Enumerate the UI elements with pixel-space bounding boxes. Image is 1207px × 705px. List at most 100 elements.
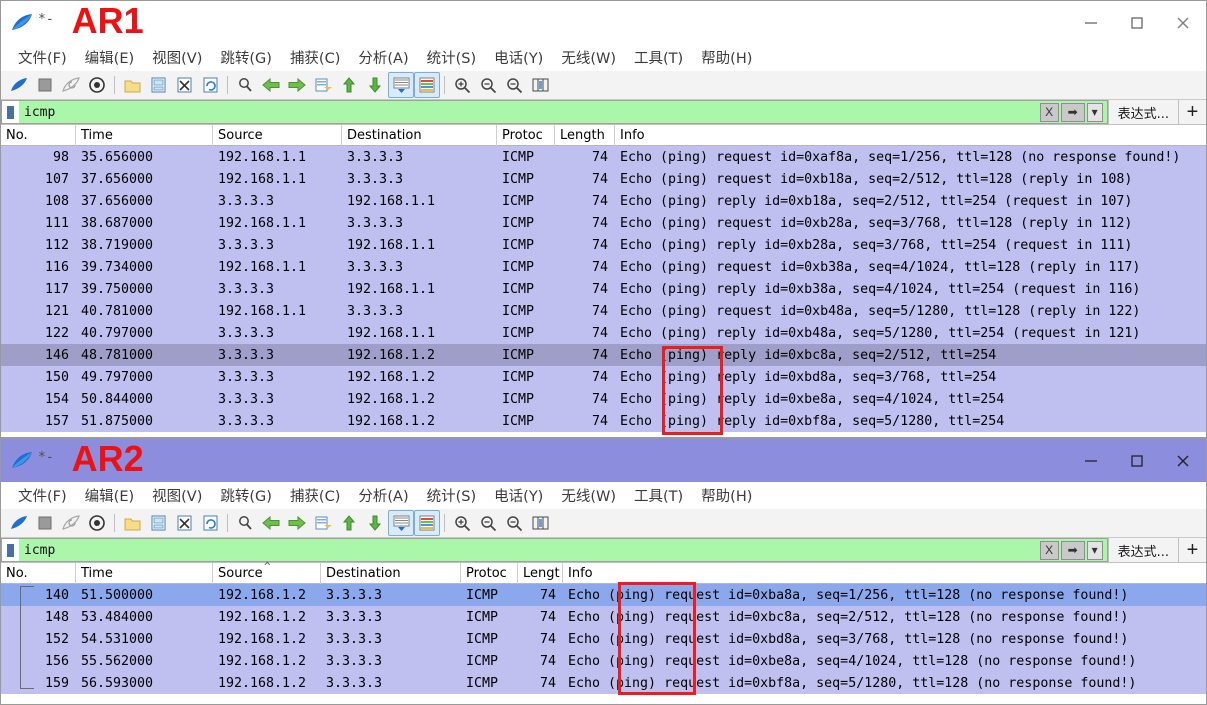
packet-row[interactable]: 150 49.797000 3.3.3.3 192.168.1.2 ICMP 74 Echo… <box>1 366 1206 388</box>
menu-go-ar2[interactable]: 跳转(G) <box>211 485 281 506</box>
menu-edit-ar2[interactable]: 编辑(E) <box>76 485 143 506</box>
wireshark-window-ar1[interactable]: *- AR1 文件(F) 编辑(E) 视图(V) 跳转(G) 捕获(C) 分析(… <box>0 0 1207 438</box>
go-to-last-icon[interactable] <box>362 72 388 98</box>
packet-row[interactable]: 159 56.593000 192.168.1.2 3.3.3.3 ICMP 74 Echo… <box>1 672 1206 694</box>
menu-help-ar1[interactable]: 帮助(H) <box>692 47 761 68</box>
packet-list-ar1[interactable]: No. Time Source Destination Protoc Lengt… <box>1 124 1206 432</box>
filter-expression-button-ar2[interactable]: 表达式... <box>1107 538 1178 562</box>
column-header-no-ar1[interactable]: No. <box>1 124 76 146</box>
packet-list-header-ar1[interactable]: No. Time Source Destination Protoc Lengt… <box>1 124 1206 146</box>
go-to-first-icon[interactable] <box>336 72 362 98</box>
close-button-ar1[interactable] <box>1160 1 1206 44</box>
menu-help-ar2[interactable]: 帮助(H) <box>692 485 761 506</box>
menu-analyze-ar2[interactable]: 分析(A) <box>349 485 417 506</box>
packet-row[interactable]: 140 51.500000 192.168.1.2 3.3.3.3 ICMP 74 Echo… <box>1 584 1206 606</box>
colorize-icon[interactable] <box>414 72 440 98</box>
go-to-last-icon-ar2[interactable] <box>362 510 388 536</box>
filter-dropdown-icon-ar2[interactable]: ▾ <box>1086 540 1103 560</box>
close-file-icon-ar2[interactable] <box>171 510 197 536</box>
menu-view-ar1[interactable]: 视图(V) <box>143 47 211 68</box>
go-back-icon[interactable] <box>258 72 284 98</box>
zoom-out-icon-ar2[interactable] <box>475 510 501 536</box>
close-button-ar2[interactable] <box>1160 439 1206 482</box>
column-header-protocol-ar2[interactable]: Protoc <box>461 562 518 584</box>
resize-columns-icon-ar2[interactable] <box>527 510 553 536</box>
packet-row[interactable]: 117 39.750000 3.3.3.3 192.168.1.1 ICMP 74 Echo… <box>1 278 1206 300</box>
display-filter-bar-ar2[interactable]: icmp X ➡ ▾ 表达式... + <box>1 538 1206 563</box>
stop-capture-icon[interactable] <box>32 72 58 98</box>
packet-row[interactable]: 112 38.719000 3.3.3.3 192.168.1.1 ICMP 74 Echo… <box>1 234 1206 256</box>
menu-telephony-ar1[interactable]: 电话(Y) <box>485 47 552 68</box>
toolbar-ar1[interactable] <box>1 71 1206 100</box>
column-header-protocol-ar1[interactable]: Protoc <box>497 124 555 146</box>
maximize-button-ar1[interactable] <box>1114 1 1160 44</box>
packet-list-ar2[interactable]: No. Time Source Destination Protoc Lengt… <box>1 560 1206 694</box>
apply-filter-icon[interactable]: ➡ <box>1060 102 1085 122</box>
menu-wireless-ar2[interactable]: 无线(W) <box>552 485 625 506</box>
add-filter-button-ar1[interactable]: + <box>1178 100 1206 124</box>
reload-file-icon[interactable] <box>197 72 223 98</box>
filter-bookmark-icon-ar2[interactable] <box>1 538 19 562</box>
go-forward-icon[interactable] <box>284 72 310 98</box>
packet-row[interactable]: 146 48.781000 3.3.3.3 192.168.1.2 ICMP 74 Echo… <box>1 344 1206 366</box>
menu-capture-ar2[interactable]: 捕获(C) <box>281 485 349 506</box>
column-header-info-ar2[interactable]: Info <box>563 563 1203 584</box>
wireshark-window-ar2[interactable]: *- AR2 文件(F) 编辑(E) 视图(V) 跳转(G) 捕获(C) 分析(… <box>0 438 1207 705</box>
packet-row[interactable]: 107 37.656000 192.168.1.1 3.3.3.3 ICMP 74 Echo… <box>1 168 1206 190</box>
go-forward-icon-ar2[interactable] <box>284 510 310 536</box>
column-header-no-ar2[interactable]: No. <box>1 562 76 584</box>
find-packet-icon[interactable] <box>232 72 258 98</box>
menu-statistics-ar1[interactable]: 统计(S) <box>418 47 486 68</box>
menu-file-ar1[interactable]: 文件(F) <box>9 47 76 68</box>
minimize-button-ar2[interactable] <box>1068 439 1114 482</box>
menu-telephony-ar2[interactable]: 电话(Y) <box>485 485 552 506</box>
capture-options-icon[interactable] <box>84 72 110 98</box>
packet-row[interactable]: 157 51.875000 3.3.3.3 192.168.1.2 ICMP 74 Echo… <box>1 410 1206 432</box>
column-header-destination-ar1[interactable]: Destination <box>342 124 497 146</box>
column-header-destination-ar2[interactable]: Destination <box>321 562 461 584</box>
menubar-ar1[interactable]: 文件(F) 编辑(E) 视图(V) 跳转(G) 捕获(C) 分析(A) 统计(S… <box>1 44 1206 71</box>
column-header-length-ar2[interactable]: Lengt <box>518 562 563 584</box>
close-file-icon[interactable] <box>171 72 197 98</box>
menu-analyze-ar1[interactable]: 分析(A) <box>349 47 417 68</box>
clear-filter-icon[interactable]: X <box>1039 102 1059 122</box>
zoom-in-icon-ar2[interactable] <box>449 510 475 536</box>
packet-row[interactable]: 111 38.687000 192.168.1.1 3.3.3.3 ICMP 74 Echo… <box>1 212 1206 234</box>
packet-row[interactable]: 116 39.734000 192.168.1.1 3.3.3.3 ICMP 74 Echo… <box>1 256 1206 278</box>
apply-filter-icon-ar2[interactable]: ➡ <box>1060 540 1085 560</box>
packet-row[interactable]: 122 40.797000 3.3.3.3 192.168.1.1 ICMP 74 Echo… <box>1 322 1206 344</box>
open-file-icon[interactable] <box>119 72 145 98</box>
go-back-icon-ar2[interactable] <box>258 510 284 536</box>
minimize-button-ar1[interactable] <box>1068 1 1114 44</box>
go-to-first-icon-ar2[interactable] <box>336 510 362 536</box>
reload-file-icon-ar2[interactable] <box>197 510 223 536</box>
save-file-icon[interactable] <box>145 72 171 98</box>
find-packet-icon-ar2[interactable] <box>232 510 258 536</box>
menu-file-ar2[interactable]: 文件(F) <box>9 485 76 506</box>
zoom-reset-icon[interactable] <box>501 72 527 98</box>
toolbar-ar2[interactable] <box>1 509 1206 538</box>
filter-bookmark-icon[interactable] <box>1 100 19 124</box>
column-header-time-ar1[interactable]: Time <box>76 124 213 146</box>
start-capture-icon-ar2[interactable] <box>6 510 32 536</box>
menu-edit-ar1[interactable]: 编辑(E) <box>76 47 143 68</box>
column-header-info-ar1[interactable]: Info <box>615 125 1205 146</box>
packet-row[interactable]: 121 40.781000 192.168.1.1 3.3.3.3 ICMP 74 Echo… <box>1 300 1206 322</box>
menu-go-ar1[interactable]: 跳转(G) <box>211 47 281 68</box>
open-file-icon-ar2[interactable] <box>119 510 145 536</box>
stop-capture-icon-ar2[interactable] <box>32 510 58 536</box>
go-to-packet-icon-ar2[interactable] <box>310 510 336 536</box>
menu-statistics-ar2[interactable]: 统计(S) <box>418 485 486 506</box>
packet-row[interactable]: 154 50.844000 3.3.3.3 192.168.1.2 ICMP 74 Echo… <box>1 388 1206 410</box>
packet-row[interactable]: 108 37.656000 3.3.3.3 192.168.1.1 ICMP 74 Echo… <box>1 190 1206 212</box>
restart-capture-icon-ar2[interactable] <box>58 510 84 536</box>
display-filter-bar-ar1[interactable]: icmp X ➡ ▾ 表达式... + <box>1 100 1206 125</box>
capture-options-icon-ar2[interactable] <box>84 510 110 536</box>
titlebar-ar1[interactable]: *- AR1 <box>1 1 1206 44</box>
zoom-in-icon[interactable] <box>449 72 475 98</box>
resize-columns-icon[interactable] <box>527 72 553 98</box>
auto-scroll-icon-ar2[interactable] <box>388 510 414 536</box>
menubar-ar2[interactable]: 文件(F) 编辑(E) 视图(V) 跳转(G) 捕获(C) 分析(A) 统计(S… <box>1 482 1206 509</box>
menu-tools-ar2[interactable]: 工具(T) <box>625 485 692 506</box>
filter-dropdown-icon[interactable]: ▾ <box>1086 102 1103 122</box>
